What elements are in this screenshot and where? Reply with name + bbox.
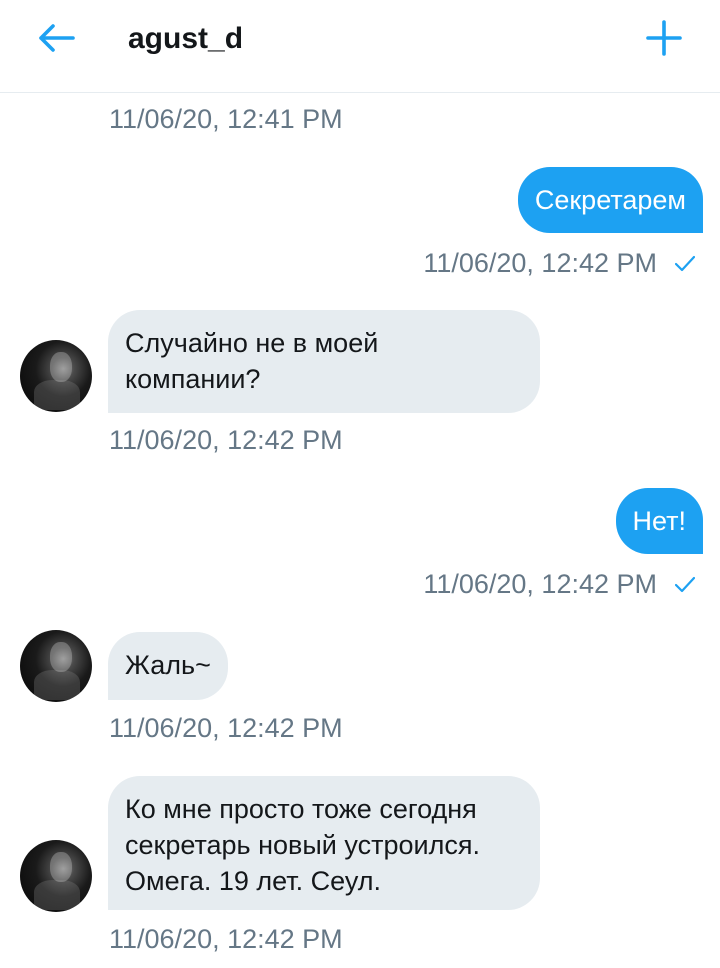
incoming-message[interactable]: Случайно не в моей компании? (108, 310, 540, 413)
arrow-left-icon (39, 24, 75, 52)
message-line: Жаль~ (125, 650, 211, 680)
message-timestamp: 11/06/20, 12:42 PM (423, 248, 657, 278)
conversation-header: agust_d (0, 0, 720, 93)
incoming-message[interactable]: Ко мне просто тоже сегодня секретарь нов… (108, 776, 540, 910)
message-timestamp: 11/06/20, 12:42 PM (109, 713, 343, 743)
message-line: секретарь новый устроился. (125, 830, 480, 860)
message-timestamp: 11/06/20, 12:42 PM (109, 425, 343, 455)
incoming-message[interactable]: Жаль~ (108, 632, 228, 700)
message-line: Ко мне просто тоже сегодня (125, 794, 477, 824)
outgoing-message[interactable]: Секретарем (517, 167, 703, 233)
message-line: Случайно не в моей (125, 328, 379, 358)
message-timestamp-row: 11/06/20, 12:42 PM (423, 569, 695, 600)
back-button[interactable] (34, 18, 78, 58)
message-line: компании? (125, 364, 261, 394)
message-line: Омега. 19 лет. Сеул. (125, 866, 382, 896)
message-timestamp: 11/06/20, 12:41 PM (109, 104, 343, 134)
plus-icon (646, 20, 682, 56)
outgoing-message[interactable]: Нет! (615, 488, 703, 554)
checkmark-icon (675, 576, 695, 592)
add-button[interactable] (642, 16, 686, 60)
avatar[interactable] (20, 630, 92, 702)
avatar[interactable] (20, 340, 92, 412)
conversation-title[interactable]: agust_d (128, 22, 243, 56)
message-timestamp-row: 11/06/20, 12:42 PM (423, 248, 695, 279)
message-timestamp: 11/06/20, 12:42 PM (109, 924, 343, 954)
checkmark-icon (675, 255, 695, 271)
message-timestamp: 11/06/20, 12:42 PM (423, 569, 657, 599)
avatar[interactable] (20, 840, 92, 912)
